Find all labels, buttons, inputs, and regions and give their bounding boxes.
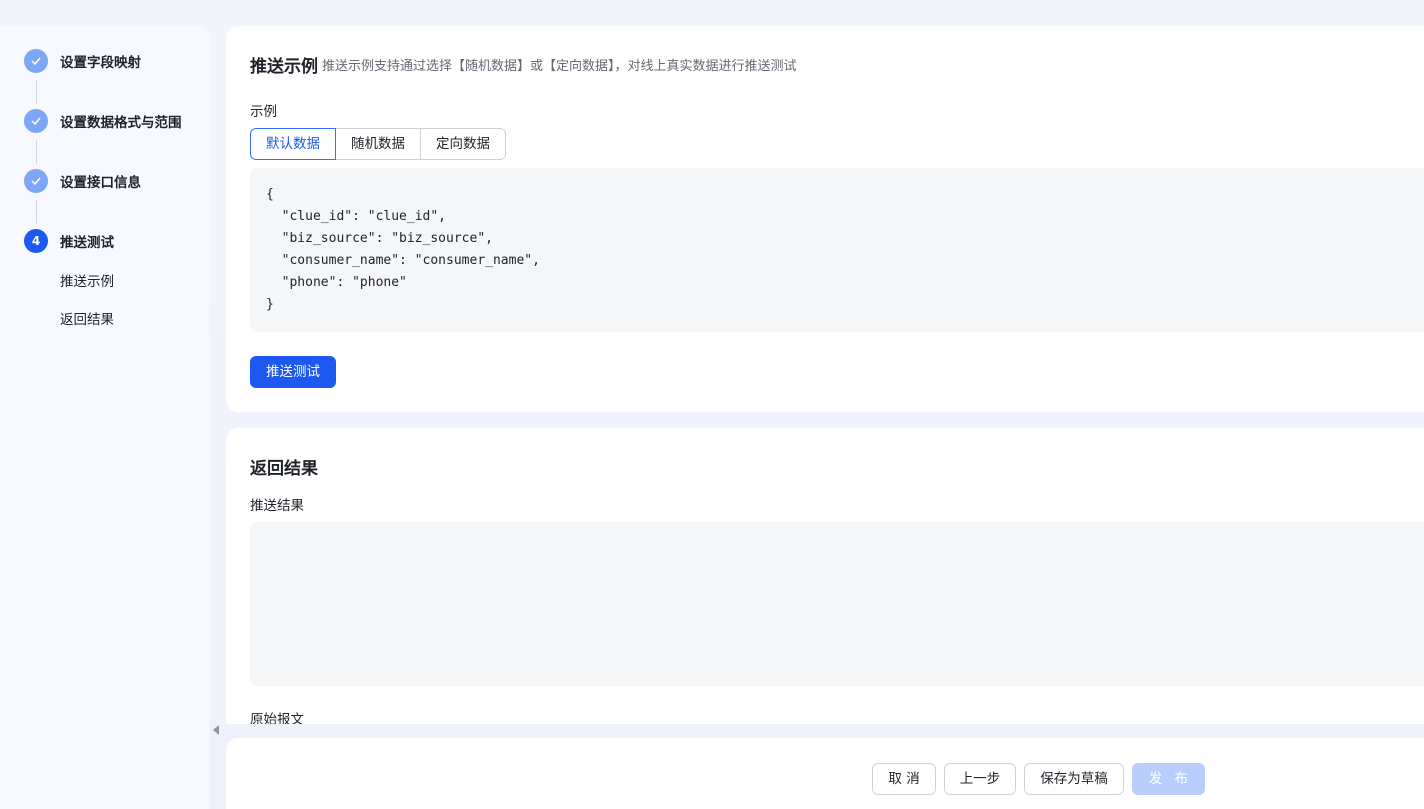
page: 设置字段映射 设置数据格式与范围 设置接口信息 4 推送测试 推送示例 返回结果…: [0, 0, 1424, 809]
step-push-test[interactable]: 4 推送测试: [24, 229, 114, 253]
step-label: 设置字段映射: [60, 55, 141, 71]
check-icon: [24, 169, 48, 193]
example-label: 示例: [250, 104, 277, 120]
step-connector: [36, 200, 37, 224]
data-source-tabs: 默认数据 随机数据 定向数据: [250, 128, 506, 160]
step-label: 设置接口信息: [60, 175, 141, 191]
step-label: 设置数据格式与范围: [60, 115, 182, 131]
publish-button[interactable]: 发 布: [1131, 763, 1205, 795]
tab-targeted-data[interactable]: 定向数据: [421, 128, 506, 160]
check-icon: [24, 109, 48, 133]
footer-actions: 取 消 上一步 保存为草稿 发 布: [872, 763, 1205, 795]
result-card: 返回结果 推送结果 原始报文: [226, 428, 1424, 724]
step-label: 推送测试: [60, 235, 114, 251]
step-number: 4: [24, 229, 48, 253]
example-code-block: { "clue_id": "clue_id", "biz_source": "b…: [250, 168, 1424, 332]
push-result-label: 推送结果: [250, 498, 304, 514]
section-description: 推送示例支持通过选择【随机数据】或【定向数据】，对线上真实数据进行推送测试: [322, 59, 797, 74]
tab-random-data[interactable]: 随机数据: [336, 128, 421, 160]
previous-step-button[interactable]: 上一步: [943, 763, 1017, 795]
substep-push-example[interactable]: 推送示例: [60, 270, 114, 290]
collapse-sidebar-icon[interactable]: [213, 725, 219, 735]
footer-bar: 取 消 上一步 保存为草稿 发 布: [226, 738, 1424, 809]
push-example-card: 推送示例 推送示例支持通过选择【随机数据】或【定向数据】，对线上真实数据进行推送…: [226, 26, 1424, 412]
section-title: 返回结果: [250, 459, 318, 479]
check-icon: [24, 49, 48, 73]
step-field-mapping[interactable]: 设置字段映射: [24, 49, 141, 73]
substep-return-result[interactable]: 返回结果: [60, 308, 114, 328]
steps-sidebar: 设置字段映射 设置数据格式与范围 设置接口信息 4 推送测试 推送示例 返回结果: [0, 26, 210, 809]
section-title: 推送示例: [250, 57, 318, 77]
push-result-box: [250, 522, 1424, 686]
push-test-button[interactable]: 推送测试: [250, 356, 336, 388]
step-interface-info[interactable]: 设置接口信息: [24, 169, 141, 193]
save-draft-button[interactable]: 保存为草稿: [1024, 763, 1124, 795]
raw-message-label: 原始报文: [250, 712, 304, 724]
step-connector: [36, 140, 37, 164]
tab-default-data[interactable]: 默认数据: [250, 128, 336, 160]
cancel-button[interactable]: 取 消: [872, 763, 936, 795]
step-data-format[interactable]: 设置数据格式与范围: [24, 109, 182, 133]
step-connector: [36, 80, 37, 104]
